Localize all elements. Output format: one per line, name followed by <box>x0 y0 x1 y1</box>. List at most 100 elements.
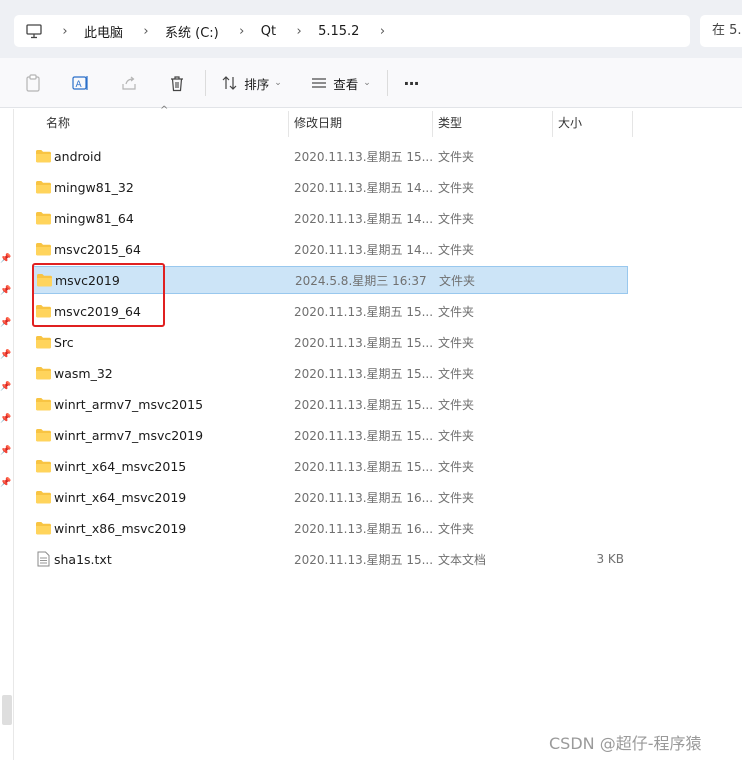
file-name: mingw81_64 <box>54 210 134 226</box>
file-type: 文件夹 <box>438 180 475 195</box>
file-modified-date: 2020.11.13.星期五 15... <box>294 304 434 319</box>
folder-icon <box>34 211 52 225</box>
nav-scrollbar[interactable] <box>2 695 12 725</box>
column-header-date[interactable]: 修改日期 <box>288 109 432 139</box>
address-bar[interactable]: › 此电脑 › 系统 (C:) › Qt › 5.15.2 › <box>14 15 690 47</box>
file-type: 文件夹 <box>438 428 475 443</box>
column-header-name[interactable]: 名称 <box>40 109 288 139</box>
file-type: 文件夹 <box>438 490 475 505</box>
rename-icon: A <box>72 76 88 90</box>
folder-icon <box>34 335 52 349</box>
file-row[interactable]: winrt_x64_msvc2015 2020.11.13.星期五 15... 文件… <box>32 452 628 480</box>
folder-icon <box>34 521 52 535</box>
rename-button[interactable]: A <box>68 68 94 98</box>
breadcrumb-label[interactable]: 5.15.2 <box>310 24 371 39</box>
file-row[interactable]: msvc2015_64 2020.11.13.星期五 14... 文件夹 <box>32 235 628 263</box>
breadcrumb-item[interactable]: › 5.15.2 <box>288 15 371 47</box>
more-options-button[interactable]: ··· <box>398 68 424 98</box>
breadcrumb-item[interactable]: › Qt <box>231 15 288 47</box>
file-modified-date: 2020.11.13.星期五 15... <box>294 552 434 567</box>
file-modified-date: 2020.11.13.星期五 14... <box>294 211 434 226</box>
column-divider[interactable] <box>632 111 633 137</box>
breadcrumb-item[interactable]: › 系统 (C:) <box>135 15 231 47</box>
file-name: wasm_32 <box>54 365 113 381</box>
folder-icon <box>34 459 52 473</box>
pin-icon[interactable]: 📌 <box>0 414 12 424</box>
file-row[interactable]: mingw81_32 2020.11.13.星期五 14... 文件夹 <box>32 173 628 201</box>
chevron-right-icon[interactable]: › <box>288 24 310 39</box>
chevron-right-icon[interactable]: › <box>135 24 157 39</box>
clipboard-icon <box>26 74 40 92</box>
chevron-right-icon[interactable]: › <box>371 24 393 39</box>
folder-icon <box>35 150 51 163</box>
pin-icon[interactable]: 📌 <box>0 446 12 456</box>
folder-icon <box>35 491 51 504</box>
column-header-type[interactable]: 类型 <box>432 109 552 139</box>
search-input[interactable]: 在 5. <box>700 15 742 47</box>
folder-icon <box>35 243 51 256</box>
computer-icon[interactable] <box>14 15 54 47</box>
file-type: 文件夹 <box>439 273 476 288</box>
file-modified-date: 2020.11.13.星期五 15... <box>294 366 434 381</box>
file-name: sha1s.txt <box>54 551 112 567</box>
file-type: 文件夹 <box>438 521 475 536</box>
toolbar-divider <box>205 70 206 96</box>
pin-icon[interactable]: 📌 <box>0 254 12 264</box>
file-size: 3 KB <box>596 552 624 566</box>
folder-icon <box>35 522 51 535</box>
file-modified-date: 2020.11.13.星期五 14... <box>294 242 434 257</box>
file-type: 文件夹 <box>438 304 475 319</box>
share-button[interactable] <box>116 68 142 98</box>
file-modified-date: 2020.11.13.星期五 15... <box>294 335 434 350</box>
pin-icon[interactable]: 📌 <box>0 350 12 360</box>
svg-text:A: A <box>76 80 83 90</box>
file-type: 文件夹 <box>438 335 475 350</box>
file-row[interactable]: mingw81_64 2020.11.13.星期五 14... 文件夹 <box>32 204 628 232</box>
folder-icon <box>34 149 52 163</box>
breadcrumb-label[interactable]: 此电脑 <box>76 22 135 41</box>
share-icon <box>122 76 136 90</box>
file-modified-date: 2020.11.13.星期五 15... <box>294 397 434 412</box>
file-row[interactable]: android 2020.11.13.星期五 15... 文件夹 <box>32 142 628 170</box>
file-name: Src <box>54 334 74 350</box>
file-type: 文件夹 <box>438 149 475 164</box>
folder-icon <box>34 490 52 504</box>
folder-icon <box>35 212 51 225</box>
chevron-right-icon[interactable]: › <box>54 24 76 39</box>
file-name: msvc2015_64 <box>54 241 141 257</box>
delete-button[interactable] <box>164 68 190 98</box>
view-button[interactable]: 查看 ⌄ <box>308 68 374 98</box>
breadcrumb-label[interactable]: 系统 (C:) <box>157 22 231 41</box>
file-row[interactable]: winrt_x64_msvc2019 2020.11.13.星期五 16... 文件… <box>32 483 628 511</box>
file-modified-date: 2020.11.13.星期五 15... <box>294 149 434 164</box>
file-type: 文本文档 <box>438 552 487 567</box>
folder-icon <box>34 428 52 442</box>
file-row[interactable]: winrt_armv7_msvc2015 2020.11.13.星期五 15...… <box>32 390 628 418</box>
file-row[interactable]: winrt_x86_msvc2019 2020.11.13.星期五 16... 文件… <box>32 514 628 542</box>
sort-button[interactable]: 排序 ⌄ <box>218 68 286 98</box>
chevron-right-icon[interactable]: › <box>231 24 253 39</box>
folder-icon <box>34 242 52 256</box>
breadcrumb-item[interactable]: › <box>371 15 393 47</box>
chevron-down-icon: ⌄ <box>274 78 282 88</box>
file-row[interactable]: sha1s.txt 2020.11.13.星期五 15... 文本文档 3 KB <box>32 545 628 573</box>
folder-icon <box>35 460 51 473</box>
highlight-annotation <box>32 263 165 327</box>
file-row[interactable]: Src 2020.11.13.星期五 15... 文件夹 <box>32 328 628 356</box>
file-modified-date: 2020.11.13.星期五 15... <box>294 428 434 443</box>
paste-button[interactable] <box>20 68 46 98</box>
folder-icon <box>35 429 51 442</box>
file-row[interactable]: winrt_armv7_msvc2019 2020.11.13.星期五 15...… <box>32 421 628 449</box>
breadcrumb-item[interactable]: › 此电脑 <box>54 15 135 47</box>
chevron-down-icon: ⌄ <box>363 78 371 88</box>
pin-icon[interactable]: 📌 <box>0 318 12 328</box>
file-modified-date: 2020.11.13.星期五 15... <box>294 459 434 474</box>
pin-icon[interactable]: 📌 <box>0 382 12 392</box>
pin-icon[interactable]: 📌 <box>0 286 12 296</box>
file-type: 文件夹 <box>438 242 475 257</box>
file-row[interactable]: wasm_32 2020.11.13.星期五 15... 文件夹 <box>32 359 628 387</box>
column-header-size[interactable]: 大小 <box>552 109 632 139</box>
breadcrumb-label[interactable]: Qt <box>253 24 288 39</box>
file-name: winrt_x86_msvc2019 <box>54 520 187 536</box>
pin-icon[interactable]: 📌 <box>0 478 12 488</box>
